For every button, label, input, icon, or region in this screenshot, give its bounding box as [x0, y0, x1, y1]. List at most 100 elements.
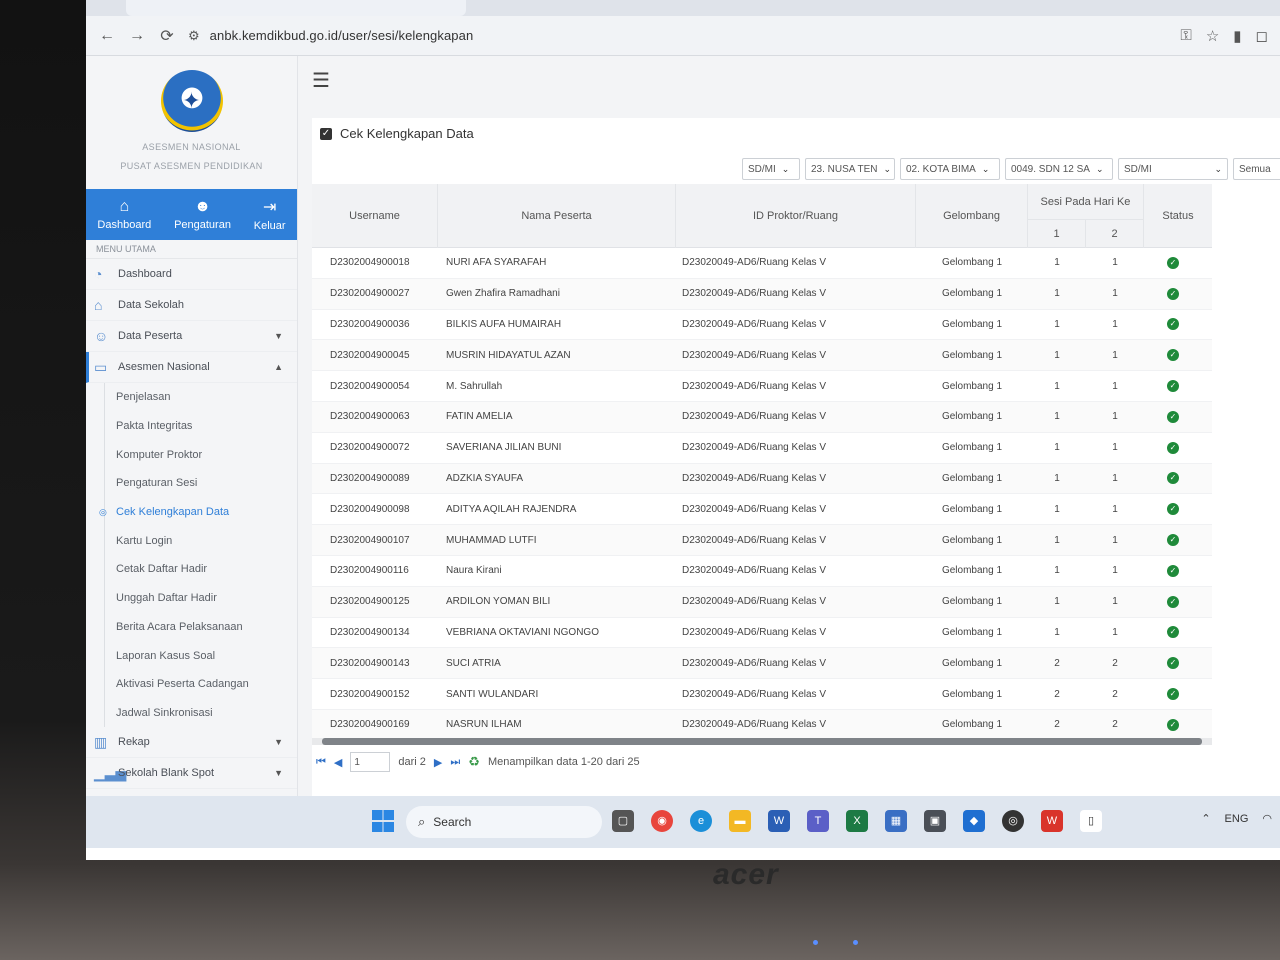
- table-row[interactable]: D2302004900018 NURI AFA SYARAFAH D23020049…: [312, 248, 1212, 279]
- excel-icon[interactable]: X: [846, 810, 868, 832]
- screen-capture-icon[interactable]: ▣: [924, 810, 946, 832]
- sidebar-item-data-sekolah[interactable]: ⌂ Data Sekolah: [86, 290, 297, 321]
- chrome-icon[interactable]: ◉: [651, 810, 673, 832]
- topnav-pengaturan[interactable]: ☻ Pengaturan: [174, 198, 231, 231]
- edge-icon[interactable]: e: [690, 810, 712, 832]
- cell-gelombang: Gelombang 1: [941, 380, 1003, 392]
- media-icon[interactable]: ◎: [1002, 810, 1024, 832]
- page-input[interactable]: 1: [350, 752, 391, 772]
- windows-taskbar: ⌕ Search ▢ ◉ e ▬ W T X ▦ ▣ ◆ ◎ W ▯ ⌃ ENG…: [86, 796, 1280, 848]
- defender-shield-icon[interactable]: ◆: [963, 810, 985, 832]
- cell-status: ✓: [1144, 564, 1202, 577]
- col-nama[interactable]: Nama Peserta: [438, 184, 676, 248]
- cell-gelombang: Gelombang 1: [941, 349, 1003, 361]
- filter-provinsi[interactable]: 23. NUSA TEN ⌄: [805, 158, 895, 180]
- taskbar-search[interactable]: ⌕ Search: [406, 806, 602, 838]
- submenu-cek-kelengkapan-data[interactable]: ◎ Cek Kelengkapan Data: [86, 497, 297, 527]
- document-icon[interactable]: ▯: [1080, 810, 1102, 832]
- submenu-penjelasan[interactable]: Penjelasan: [86, 383, 297, 412]
- scrollbar-thumb[interactable]: [322, 738, 1202, 745]
- wifi-icon[interactable]: ◠: [1262, 812, 1272, 825]
- submenu-kartu-login[interactable]: Kartu Login: [86, 526, 297, 555]
- table-row[interactable]: D2302004900036 BILKIS AUFA HUMAIRAH D23020…: [312, 310, 1212, 341]
- table-row[interactable]: D2302004900169 NASRUN ILHAM D23020049-AD6/…: [312, 709, 1212, 741]
- first-page-icon[interactable]: ⏮: [316, 756, 326, 769]
- table-row[interactable]: D2302004900116 Naura Kirani D23020049-AD6/…: [312, 556, 1212, 587]
- chevron-up-icon[interactable]: ⌃: [1201, 812, 1210, 825]
- language-indicator[interactable]: ENG: [1225, 813, 1249, 825]
- back-arrow-icon[interactable]: ←: [92, 21, 122, 51]
- table-row[interactable]: D2302004900054 M. Sahrullah D23020049-AD6/…: [312, 371, 1212, 402]
- col-status[interactable]: Status: [1144, 184, 1212, 248]
- filter-jenjang-2[interactable]: SD/MI ⌄: [1118, 158, 1228, 180]
- search-label: Search: [433, 815, 472, 829]
- submenu-aktivasi-peserta-cadangan[interactable]: Aktivasi Peserta Cadangan: [86, 669, 297, 699]
- sidebar-item-data-peserta[interactable]: ☺ Data Peserta ▼: [86, 321, 297, 352]
- teams-icon[interactable]: T: [807, 810, 829, 832]
- sidebar-item-label: Data Peserta: [118, 330, 183, 342]
- submenu-pakta-integritas[interactable]: Pakta Integritas: [86, 411, 297, 441]
- submenu-cetak-daftar-hadir[interactable]: Cetak Daftar Hadir: [86, 555, 297, 584]
- extension-icon[interactable]: ▮: [1233, 27, 1241, 45]
- sidebar-item-label: Sekolah Blank Spot: [118, 767, 215, 780]
- filter-jenjang[interactable]: SD/MI ⌄: [742, 158, 800, 180]
- table-row[interactable]: D2302004900063 FATIN AMELIA D23020049-AD6/…: [312, 401, 1212, 433]
- submenu-jadwal-sinkronisasi[interactable]: Jadwal Sinkronisasi: [86, 698, 297, 728]
- star-icon[interactable]: ☆: [1206, 27, 1219, 45]
- sidebar-item-sekolah-blank-spot[interactable]: ▁▃▅ Sekolah Blank Spot ▼: [86, 758, 297, 790]
- file-explorer-icon[interactable]: ▬: [729, 810, 751, 832]
- last-page-icon[interactable]: ⏭: [450, 756, 460, 769]
- table-row[interactable]: D2302004900107 MUHAMMAD LUTFI D23020049-AD…: [312, 525, 1212, 556]
- col-sesi-2[interactable]: 2: [1086, 220, 1144, 248]
- table-row[interactable]: D2302004900125 ARDILON YOMAN BILI D2302004…: [312, 586, 1212, 618]
- prev-page-icon[interactable]: ◀: [334, 756, 342, 769]
- submenu-unggah-daftar-hadir[interactable]: Unggah Daftar Hadir: [86, 583, 297, 613]
- key-icon[interactable]: ⚿: [1180, 27, 1191, 44]
- table-row[interactable]: D2302004900045 MUSRIN HIDAYATUL AZAN D2302…: [312, 340, 1212, 372]
- topnav-dashboard[interactable]: ⌂ Dashboard: [97, 198, 151, 231]
- store-icon[interactable]: ▦: [885, 810, 907, 832]
- table-row[interactable]: D2302004900134 VEBRIANA OKTAVIANI NGONGO D…: [312, 618, 1212, 649]
- submenu-laporan-kasus-soal[interactable]: Laporan Kasus Soal: [86, 641, 297, 670]
- sidebar-item-rekap[interactable]: ▥ Rekap ▼: [86, 727, 297, 759]
- reload-icon[interactable]: ⟳: [152, 21, 182, 51]
- table-row[interactable]: D2302004900072 SAVERIANA JILIAN BUNI D2302…: [312, 433, 1212, 464]
- submenu-berita-acara[interactable]: Berita Acara Pelaksanaan: [86, 612, 297, 642]
- col-id-proktor[interactable]: ID Proktor/Ruang: [676, 184, 916, 248]
- next-page-icon[interactable]: ▶: [434, 756, 442, 769]
- word-icon[interactable]: W: [768, 810, 790, 832]
- table-row[interactable]: D2302004900143 SUCI ATRIA D23020049-AD6/Ru…: [312, 648, 1212, 680]
- sidebar-item-asesmen-nasional[interactable]: ▭ Asesmen Nasional ▲: [86, 352, 297, 383]
- table-row[interactable]: D2302004900027 Gwen Zhafira Ramadhani D230…: [312, 278, 1212, 310]
- sidebar-item-dashboard[interactable]: ◔ Dashboard: [86, 259, 297, 290]
- windows-start-icon[interactable]: [372, 810, 394, 832]
- horizontal-scrollbar[interactable]: [312, 738, 1212, 745]
- cell-id-proktor: D23020049-AD6/Ruang Kelas V: [682, 657, 826, 669]
- wps-office-icon[interactable]: W: [1041, 810, 1063, 832]
- submenu-pengaturan-sesi[interactable]: Pengaturan Sesi: [86, 469, 297, 498]
- table-row[interactable]: D2302004900098 ADITYA AQILAH RAJENDRA D230…: [312, 494, 1212, 526]
- submenu-komputer-proktor[interactable]: Komputer Proktor: [86, 440, 297, 469]
- site-settings-icon[interactable]: ⚙: [188, 28, 200, 44]
- cell-nama: SAVERIANA JILIAN BUNI: [446, 442, 562, 454]
- filter-kota[interactable]: 02. KOTA BIMA ⌄: [900, 158, 1000, 180]
- system-tray: ⌃ ENG ◠: [1201, 812, 1272, 826]
- task-view-icon[interactable]: ▢: [612, 810, 634, 832]
- table-row[interactable]: D2302004900089 ADZKIA SYAUFA D23020049-AD6…: [312, 463, 1212, 495]
- profile-icon[interactable]: ◻: [1256, 27, 1268, 45]
- topnav-pengaturan-label: Pengaturan: [174, 219, 231, 231]
- table-row[interactable]: D2302004900152 SANTI WULANDARI D23020049-A…: [312, 679, 1212, 710]
- col-username[interactable]: Username: [312, 184, 438, 248]
- filter-sekolah[interactable]: 0049. SDN 12 SA ⌄: [1005, 158, 1113, 180]
- school-icon: ⌂: [94, 297, 103, 313]
- refresh-icon[interactable]: ♻: [468, 754, 480, 770]
- topnav-keluar[interactable]: ⇥ Keluar: [254, 197, 286, 232]
- col-sesi-1[interactable]: 1: [1028, 220, 1086, 248]
- filter-semua[interactable]: Semua: [1233, 158, 1280, 180]
- url-field[interactable]: ⚙ anbk.kemdikbud.go.id/user/sesi/kelengk…: [188, 28, 1180, 44]
- forward-arrow-icon[interactable]: →: [122, 21, 152, 51]
- hamburger-menu-icon[interactable]: ☰: [312, 68, 330, 93]
- col-gelombang[interactable]: Gelombang: [916, 184, 1028, 248]
- browser-tab[interactable]: [126, 0, 466, 16]
- cell-nama: NASRUN ILHAM: [446, 719, 522, 731]
